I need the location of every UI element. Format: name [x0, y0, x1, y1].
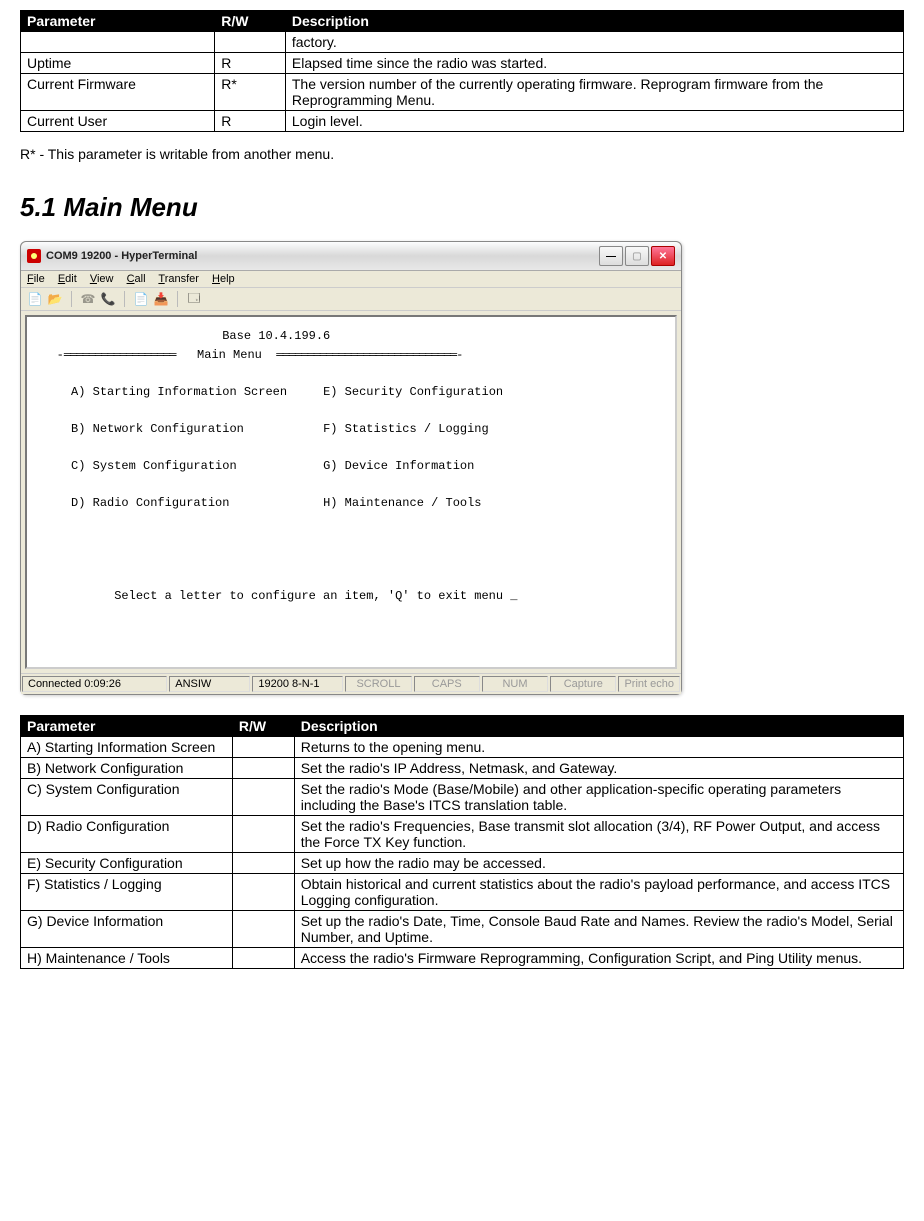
table-header-row: Parameter R/W Description [21, 11, 904, 32]
header-rw: R/W [215, 11, 286, 32]
close-button[interactable]: ✕ [651, 246, 675, 266]
section-heading: 5.1 Main Menu [20, 192, 904, 223]
header-rw: R/W [232, 716, 294, 737]
window-title: COM9 19200 - HyperTerminal [46, 250, 599, 262]
table-row: factory. [21, 32, 904, 53]
menu-help[interactable]: Help [212, 273, 235, 285]
disconnect-icon[interactable]: 📞 [100, 291, 116, 307]
menu-edit[interactable]: Edit [58, 273, 77, 285]
menu-bar: File Edit View Call Transfer Help [21, 271, 681, 288]
header-parameter: Parameter [21, 11, 215, 32]
status-caps: CAPS [414, 676, 480, 692]
table-row: A) Starting Information ScreenReturns to… [21, 737, 904, 758]
table-row: D) Radio ConfigurationSet the radio's Fr… [21, 816, 904, 853]
app-icon [27, 249, 41, 263]
toolbar: 📄 📂 ☎ 📞 📄 📥 🗔 [21, 288, 681, 311]
status-num: NUM [482, 676, 548, 692]
menu-view[interactable]: View [90, 273, 114, 285]
receive-icon[interactable]: 📥 [153, 291, 169, 307]
table-header-row: Parameter R/W Description [21, 716, 904, 737]
terminal-window: COM9 19200 - HyperTerminal — ▢ ✕ File Ed… [20, 241, 682, 695]
status-settings: 19200 8-N-1 [252, 676, 343, 692]
table-row: B) Network ConfigurationSet the radio's … [21, 758, 904, 779]
parameter-table-mainmenu: Parameter R/W Description A) Starting In… [20, 715, 904, 969]
header-description: Description [285, 11, 903, 32]
table-row: C) System ConfigurationSet the radio's M… [21, 779, 904, 816]
status-connected: Connected 0:09:26 [22, 676, 167, 692]
table-row: F) Statistics / LoggingObtain historical… [21, 874, 904, 911]
terminal-content[interactable]: Base 10.4.199.6 -══════════════════ Main… [25, 315, 677, 669]
status-printecho: Print echo [618, 676, 680, 692]
menu-transfer[interactable]: Transfer [158, 273, 199, 285]
header-parameter: Parameter [21, 716, 233, 737]
menu-call[interactable]: Call [127, 273, 146, 285]
menu-file[interactable]: File [27, 273, 45, 285]
window-titlebar: COM9 19200 - HyperTerminal — ▢ ✕ [21, 242, 681, 271]
new-icon[interactable]: 📄 [27, 291, 43, 307]
minimize-button[interactable]: — [599, 246, 623, 266]
table-row: Uptime R Elapsed time since the radio wa… [21, 53, 904, 74]
table-row: E) Security ConfigurationSet up how the … [21, 853, 904, 874]
table-row: Current User R Login level. [21, 111, 904, 132]
connect-icon[interactable]: ☎ [80, 291, 96, 307]
send-icon[interactable]: 📄 [133, 291, 149, 307]
parameter-table-top: Parameter R/W Description factory. Uptim… [20, 10, 904, 132]
table-row: G) Device InformationSet up the radio's … [21, 911, 904, 948]
open-icon[interactable]: 📂 [47, 291, 63, 307]
header-description: Description [294, 716, 903, 737]
status-encoding: ANSIW [169, 676, 250, 692]
status-bar: Connected 0:09:26 ANSIW 19200 8-N-1 SCRO… [21, 673, 681, 694]
table-row: H) Maintenance / ToolsAccess the radio's… [21, 948, 904, 969]
status-scroll: SCROLL [345, 676, 411, 692]
footnote-text: R* - This parameter is writable from ano… [20, 146, 904, 162]
table-row: Current Firmware R* The version number o… [21, 74, 904, 111]
properties-icon[interactable]: 🗔 [186, 291, 202, 307]
maximize-button[interactable]: ▢ [625, 246, 649, 266]
status-capture: Capture [550, 676, 616, 692]
